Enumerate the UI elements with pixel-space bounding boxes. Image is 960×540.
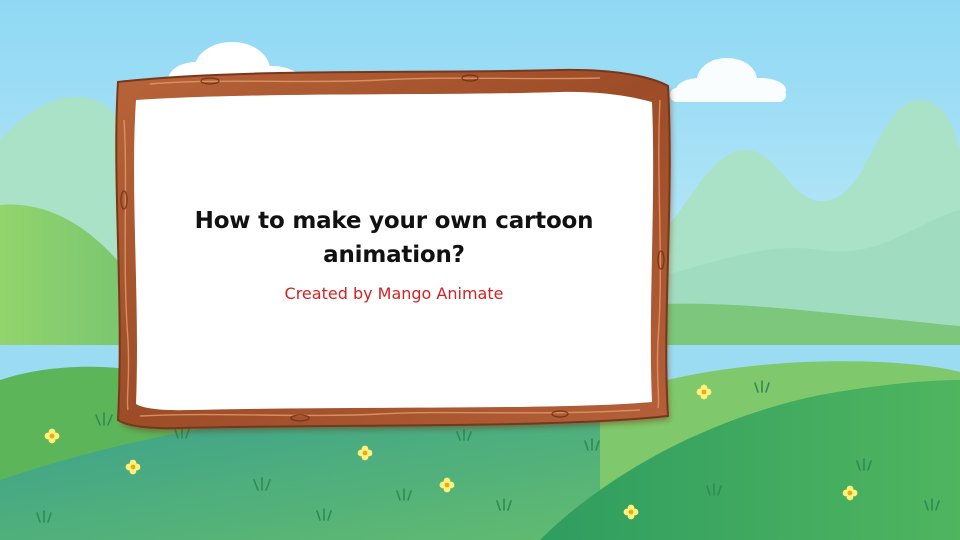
slide-canvas: How to make your own cartoon animation? … xyxy=(0,0,960,540)
slide-text-card: How to make your own cartoon animation? … xyxy=(136,95,652,413)
slide-subtitle: Created by Mango Animate xyxy=(284,284,504,303)
slide-title: How to make your own cartoon animation? xyxy=(194,208,594,268)
